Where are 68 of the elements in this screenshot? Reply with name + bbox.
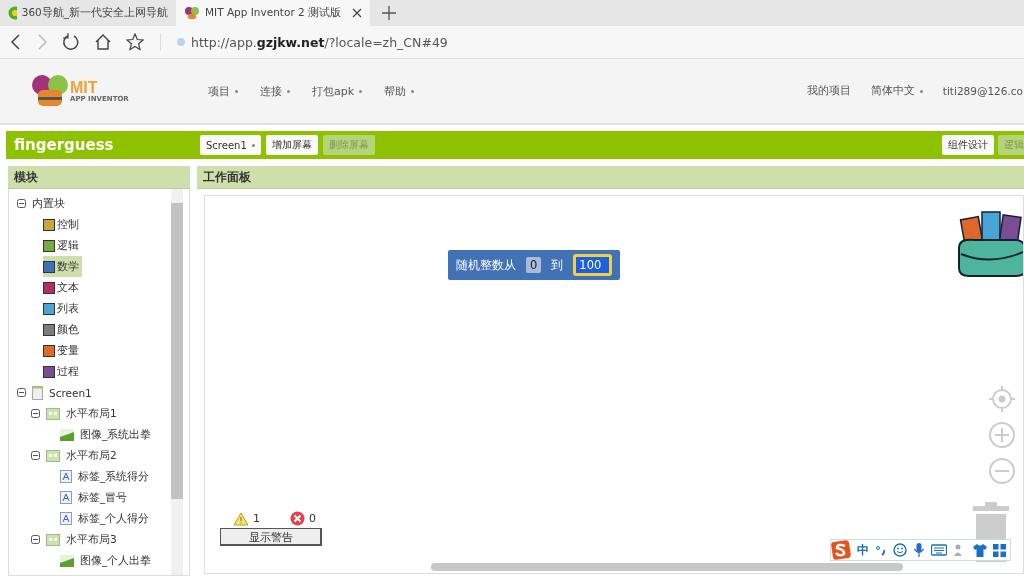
tree-item[interactable]: 图像_系统出拳 <box>80 427 152 442</box>
block-category[interactable]: 数学 <box>43 256 82 277</box>
browser-tab[interactable]: 360导航_新一代安全上网导航 <box>0 0 176 26</box>
menu-item[interactable]: 帮助 <box>384 83 415 99</box>
back-icon[interactable] <box>10 34 22 50</box>
home-icon[interactable] <box>94 33 112 51</box>
panel-header: 工作面板 <box>197 166 1024 189</box>
label-icon <box>60 512 72 525</box>
scrollbar[interactable] <box>171 189 183 575</box>
close-icon[interactable] <box>352 8 362 18</box>
collapse-icon[interactable] <box>17 388 26 397</box>
tree-item[interactable]: 水平布局2 <box>66 448 117 463</box>
new-tab-icon[interactable] <box>382 6 396 20</box>
block-category[interactable]: 列表 <box>43 298 82 319</box>
tree-item[interactable]: 图像_个人出拳 <box>80 553 152 568</box>
site-icon <box>177 38 185 46</box>
layout-icon <box>46 533 60 546</box>
show-warnings-button[interactable]: 显示警告 <box>220 528 322 546</box>
label-icon <box>60 491 72 504</box>
url-field[interactable]: http://app.gzjkw.net/?locale=zh_CN#49 <box>191 34 448 50</box>
tree-item[interactable]: 水平布局3 <box>66 532 117 547</box>
layout-icon <box>46 449 60 462</box>
menu-item[interactable]: 打包apk <box>312 83 363 99</box>
collapse-icon[interactable] <box>31 451 40 460</box>
phone-icon <box>32 385 43 400</box>
view-button[interactable]: 组件设计 <box>942 135 994 155</box>
collapse-icon[interactable] <box>31 535 40 544</box>
warning-count: 1 <box>253 512 260 525</box>
project-name: fingerguess <box>14 136 115 154</box>
screen-dropdown[interactable]: Screen1 <box>200 135 261 155</box>
block-category[interactable]: 过程 <box>43 361 82 382</box>
tree-item[interactable]: 标签_冒号 <box>78 490 128 505</box>
image-icon <box>60 554 74 567</box>
collapse-icon[interactable] <box>17 199 26 208</box>
star-icon[interactable] <box>126 33 144 51</box>
block-category[interactable]: 文本 <box>43 277 82 298</box>
backpack-icon[interactable] <box>955 208 1023 280</box>
number-field[interactable]: 100 <box>573 254 613 276</box>
label-icon <box>60 470 72 483</box>
block-category[interactable]: 控制 <box>43 214 82 235</box>
menu-item[interactable]: 我的项目 <box>806 84 851 98</box>
image-icon <box>60 428 74 441</box>
refresh-icon[interactable] <box>62 33 80 51</box>
random-integer-block[interactable]: 随机整数从 0 到 100 <box>448 250 621 280</box>
number-field[interactable]: 0 <box>526 257 542 273</box>
panel-header: 模块 <box>8 166 190 189</box>
error-icon <box>290 511 305 526</box>
warning-icon <box>233 511 249 526</box>
globe-icon <box>8 6 17 20</box>
scrollbar[interactable] <box>431 563 903 571</box>
menu-item[interactable]: titi289@126.co <box>942 84 1023 98</box>
block-category[interactable]: 颜色 <box>43 319 82 340</box>
bee-icon <box>184 6 200 20</box>
collapse-icon[interactable] <box>31 409 40 418</box>
menu-item[interactable]: 简体中文 <box>870 84 923 98</box>
tree-item[interactable]: 水平布局1 <box>66 406 117 421</box>
menu-item[interactable]: 连接 <box>260 83 290 99</box>
block-category[interactable]: 变量 <box>43 340 82 361</box>
block-category[interactable]: 逻辑 <box>43 235 82 256</box>
tree-item[interactable]: Screen1 <box>49 386 92 399</box>
browser-tab[interactable]: MIT App Inventor 2 测试版 <box>176 0 370 26</box>
error-count: 0 <box>309 512 316 525</box>
tree-item[interactable]: 标签_系统得分 <box>78 469 150 484</box>
toolbar-button[interactable]: 增加屏幕 <box>265 135 318 155</box>
tree-item[interactable]: 标签_个人得分 <box>78 511 150 526</box>
tree-item[interactable]: 内置块 <box>32 196 65 211</box>
menu-item[interactable]: 项目 <box>208 83 238 99</box>
layout-icon <box>46 407 60 420</box>
